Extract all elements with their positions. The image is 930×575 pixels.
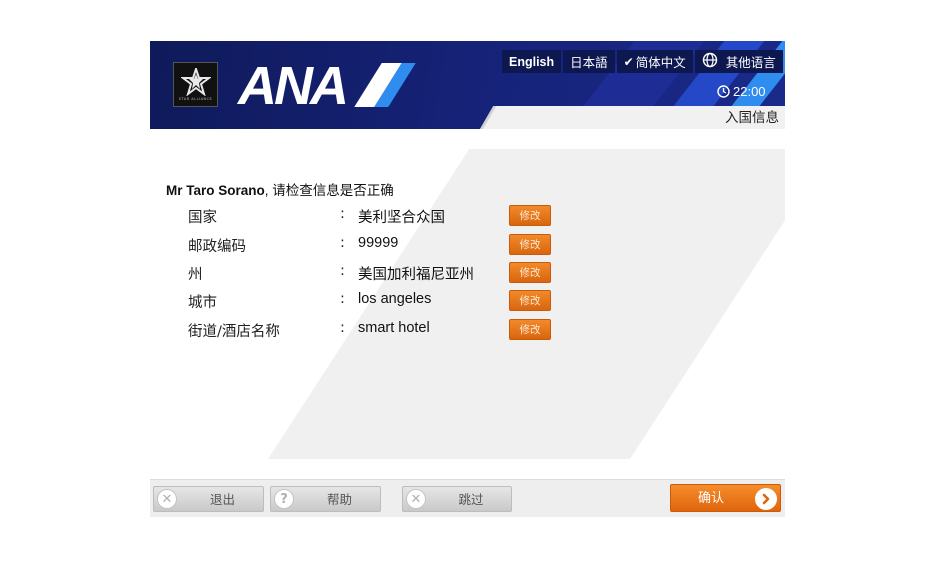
- field-row-city: 城市 : los angeles 修改: [150, 290, 785, 312]
- lang-japanese-button[interactable]: 日本語: [563, 50, 615, 73]
- check-icon: ✔: [623, 54, 634, 69]
- field-label: 城市: [188, 295, 217, 311]
- edit-postal-code-button[interactable]: 修改: [509, 234, 551, 255]
- field-row-country: 国家 : 美利坚合众国 修改: [150, 205, 785, 227]
- lang-other-label: 其他语言: [725, 56, 776, 70]
- edit-state-button[interactable]: 修改: [509, 262, 551, 283]
- help-button[interactable]: ? 帮助: [270, 486, 381, 512]
- footer-bar: ✕ 退出 ? 帮助 ✕ 跳过 确认: [150, 479, 785, 517]
- language-selector: English 日本語 ✔ 简体中文 其他语言: [502, 50, 783, 73]
- lang-chinese-label: 简体中文: [635, 56, 686, 70]
- help-icon: ?: [274, 489, 294, 509]
- clock-time: 22:00: [733, 83, 766, 99]
- star-alliance-caption: STAR ALLIANCE: [178, 97, 213, 101]
- kiosk-screen: STAR ALLIANCE ANA English 日本語 ✔ 简体中文 其他语…: [150, 41, 785, 517]
- field-separator: :: [340, 235, 345, 251]
- field-label: 邮政编码: [188, 239, 246, 255]
- close-icon: ✕: [157, 489, 177, 509]
- lang-japanese-label: 日本語: [570, 56, 608, 70]
- field-label: 州: [188, 267, 203, 283]
- header: STAR ALLIANCE ANA English 日本語 ✔ 简体中文 其他语…: [150, 41, 785, 129]
- ana-logo: ANA: [238, 56, 349, 116]
- field-separator: :: [340, 320, 345, 336]
- confirmation-prompt: Mr Taro Sorano, 请检查信息是否正确: [166, 179, 394, 199]
- field-label: 街道/酒店名称: [188, 324, 280, 340]
- passenger-name: Mr Taro Sorano: [166, 183, 265, 198]
- chevron-right-icon: [755, 488, 777, 510]
- edit-city-button[interactable]: 修改: [509, 290, 551, 311]
- globe-icon: [702, 52, 718, 71]
- field-separator: :: [340, 291, 345, 307]
- edit-country-button[interactable]: 修改: [509, 205, 551, 226]
- clock: 22:00: [717, 81, 766, 101]
- confirm-button[interactable]: 确认: [670, 484, 781, 512]
- confirm-label: 确认: [697, 491, 724, 506]
- field-separator: :: [340, 206, 345, 222]
- field-separator: :: [340, 263, 345, 279]
- field-label: 国家: [188, 210, 217, 226]
- edit-street-hotel-button[interactable]: 修改: [509, 319, 551, 340]
- lang-english-button[interactable]: English: [502, 50, 562, 73]
- field-value: smart hotel: [358, 320, 430, 336]
- field-value: 美国加利福尼亚州: [358, 267, 474, 283]
- ana-logo-text: ANA: [238, 56, 349, 116]
- star-alliance-icon: [180, 68, 211, 96]
- lang-chinese-button[interactable]: ✔ 简体中文: [616, 50, 693, 73]
- help-label: 帮助: [326, 492, 352, 507]
- clock-icon: [717, 84, 730, 98]
- section-title: 入国信息: [725, 110, 779, 126]
- skip-label: 跳过: [458, 492, 484, 507]
- instruction-text: , 请检查信息是否正确: [264, 183, 394, 198]
- field-value: los angeles: [358, 291, 432, 307]
- field-row-state: 州 : 美国加利福尼亚州 修改: [150, 262, 785, 284]
- field-value: 99999: [358, 235, 399, 251]
- lang-other-button[interactable]: 其他语言: [694, 50, 783, 73]
- skip-button[interactable]: ✕ 跳过: [402, 486, 512, 512]
- lang-english-label: English: [509, 54, 555, 69]
- close-icon: ✕: [406, 489, 426, 509]
- exit-button[interactable]: ✕ 退出: [153, 486, 264, 512]
- star-alliance-logo: STAR ALLIANCE: [173, 62, 218, 107]
- exit-label: 退出: [209, 492, 235, 507]
- field-row-postal-code: 邮政编码 : 99999 修改: [150, 234, 785, 256]
- field-value: 美利坚合众国: [358, 210, 445, 226]
- field-row-street-hotel: 街道/酒店名称 : smart hotel 修改: [150, 319, 785, 341]
